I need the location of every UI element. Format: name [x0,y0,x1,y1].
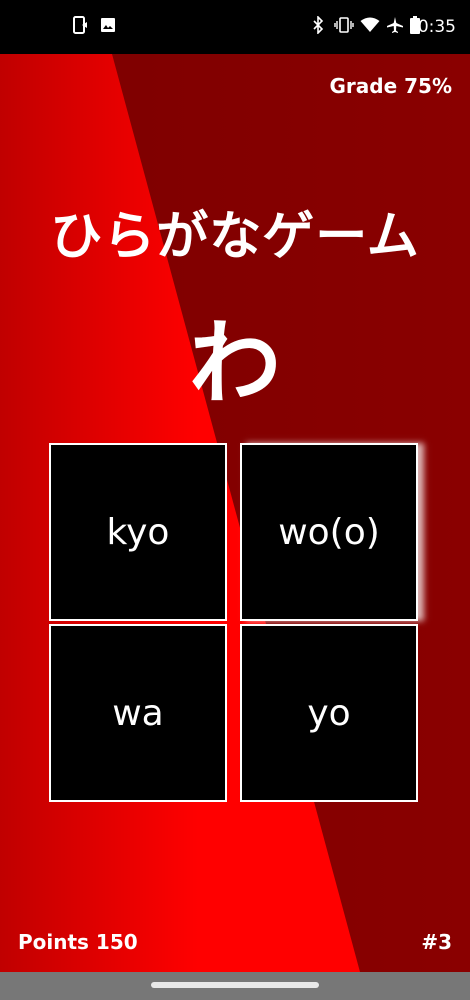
answer-button-wo[interactable]: wo(o) [240,443,418,621]
round-number: #3 [421,930,452,954]
home-gesture-handle[interactable] [151,982,319,988]
answer-button-wa[interactable]: wa [49,624,227,802]
answer-button-kyo[interactable]: kyo [49,443,227,621]
vibrate-icon [334,17,354,37]
status-time: 0:35 [417,17,456,37]
bluetooth-icon [312,15,324,38]
kana-prompt: わ [188,310,281,417]
image-icon [100,17,116,37]
phone-sync-icon [72,16,88,38]
airplane-icon [386,16,404,38]
navigation-bar [0,972,470,1000]
grade-label: Grade 75% [329,74,453,98]
wifi-icon [360,17,380,37]
answer-button-yo[interactable]: yo [240,624,418,802]
points-label: Points 150 [18,930,138,954]
status-bar: 0:35 [0,0,470,54]
game-area: Grade 75% ひらがなゲーム わ kyo wo(o) wa yo Poin… [0,54,470,972]
app-screen: 0:35 Grade 75% ひらがなゲーム わ kyo wo(o) wa yo… [0,0,470,1000]
game-title: ひらがなゲーム [50,207,420,267]
